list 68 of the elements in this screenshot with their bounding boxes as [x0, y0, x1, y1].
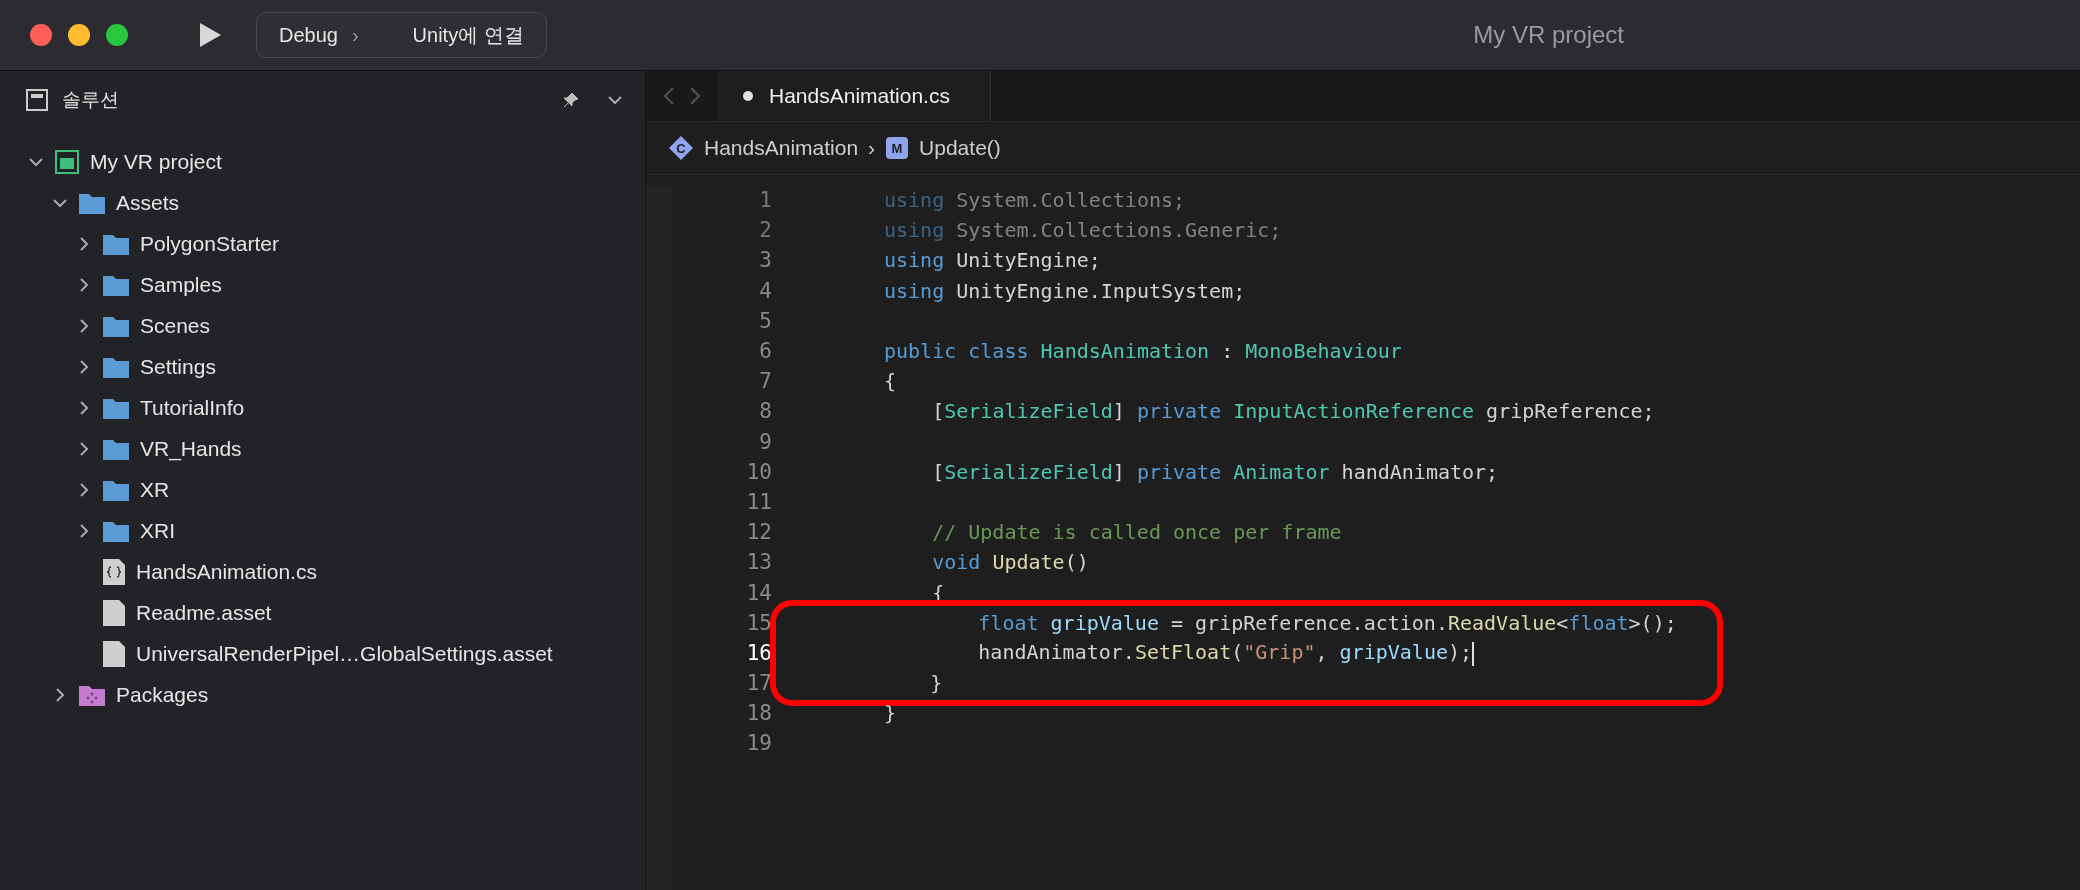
- line-number: 11: [745, 489, 772, 514]
- tree-item-label[interactable]: Settings: [140, 354, 216, 379]
- tree-item-label[interactable]: My VR project: [90, 149, 222, 174]
- tree-item-label[interactable]: PolygonStarter: [140, 231, 279, 256]
- tree-item-label[interactable]: Samples: [140, 272, 222, 297]
- tree-item-label[interactable]: VR_Hands: [140, 436, 242, 461]
- code-line: [SerializeField] private InputActionReference gripReference;: [931, 399, 1655, 424]
- code-line: float gripValue = gripReference.action.ReadValue<float>();: [977, 610, 1677, 635]
- line-number: 13: [745, 550, 772, 575]
- method-icon: M: [885, 136, 910, 160]
- back-icon[interactable]: [663, 87, 675, 105]
- line-number: 15: [745, 610, 772, 635]
- breadcrumb-item[interactable]: HandsAnimation: [704, 136, 859, 160]
- class-icon: C: [668, 135, 694, 161]
- minimize-button[interactable]: [68, 24, 90, 46]
- tree-item-label[interactable]: UniversalRenderPipel…GlobalSettings.asset: [136, 641, 553, 666]
- tree-item-label[interactable]: XRI: [140, 518, 175, 543]
- maximize-button[interactable]: [106, 24, 128, 46]
- line-number: 14: [745, 580, 772, 605]
- code-line: }: [884, 701, 897, 726]
- line-number: 10: [745, 459, 772, 484]
- file-icon: [102, 639, 126, 668]
- project-icon: [54, 148, 80, 175]
- tree-item-label[interactable]: Assets: [116, 190, 180, 215]
- line-number: 3: [758, 248, 772, 273]
- tree-item-label[interactable]: Scenes: [140, 313, 211, 338]
- line-number: 4: [758, 278, 772, 303]
- line-number: 7: [758, 369, 772, 394]
- code-line: {: [884, 369, 897, 394]
- code-line: [SerializeField] private Animator handAnimator;: [931, 459, 1499, 484]
- code-line: using System.Collections.Generic;: [884, 218, 1282, 243]
- line-number: 8: [758, 399, 772, 424]
- forward-icon[interactable]: [689, 87, 701, 105]
- tree-item-label[interactable]: XR: [140, 477, 170, 502]
- code-line: using UnityEngine;: [884, 248, 1101, 273]
- code-line: handAnimator.SetFloat("Grip", gripValue);: [977, 640, 1475, 666]
- code-line: using UnityEngine.InputSystem;: [884, 278, 1246, 303]
- breadcrumb-item[interactable]: Update(): [919, 136, 1001, 160]
- panel-icon: [26, 89, 48, 111]
- tree-item-label[interactable]: TutorialInfo: [140, 395, 245, 420]
- line-number: 17: [745, 671, 772, 696]
- tree-item-label[interactable]: HandsAnimation.cs: [136, 559, 317, 584]
- line-number: 6: [758, 339, 772, 364]
- code-file-icon: [102, 557, 126, 586]
- code-line: using System.Collections;: [884, 188, 1186, 213]
- pin-icon[interactable]: [563, 92, 579, 108]
- line-number: 2: [758, 218, 772, 243]
- close-button[interactable]: [30, 24, 52, 46]
- tree-item-label[interactable]: Packages: [116, 682, 209, 707]
- code-line: public class HandsAnimation : MonoBehaviour: [884, 339, 1402, 364]
- editor-tab[interactable]: HandsAnimation.cs: [719, 71, 991, 121]
- line-number: 9: [758, 429, 772, 454]
- window-title: My VR project: [1473, 21, 1624, 49]
- code-line: }: [929, 671, 943, 696]
- line-number: 1: [758, 188, 772, 213]
- play-icon[interactable]: [198, 22, 222, 48]
- line-number: 18: [745, 701, 772, 726]
- line-number: 5: [758, 308, 772, 333]
- line-number: 16: [745, 640, 772, 665]
- run-configuration-selector[interactable]: Debug › Unity에 연결: [256, 12, 547, 58]
- code-line: // Update is called once per frame: [931, 520, 1342, 545]
- breadcrumb-separator: ›: [868, 136, 876, 160]
- sidebar-title: 솔루션: [62, 88, 119, 112]
- tree-item-label[interactable]: Readme.asset: [136, 600, 272, 625]
- code-line: void Update(): [931, 550, 1089, 575]
- line-number: 12: [745, 520, 772, 545]
- line-number: 19: [745, 731, 772, 756]
- file-icon: [102, 598, 126, 627]
